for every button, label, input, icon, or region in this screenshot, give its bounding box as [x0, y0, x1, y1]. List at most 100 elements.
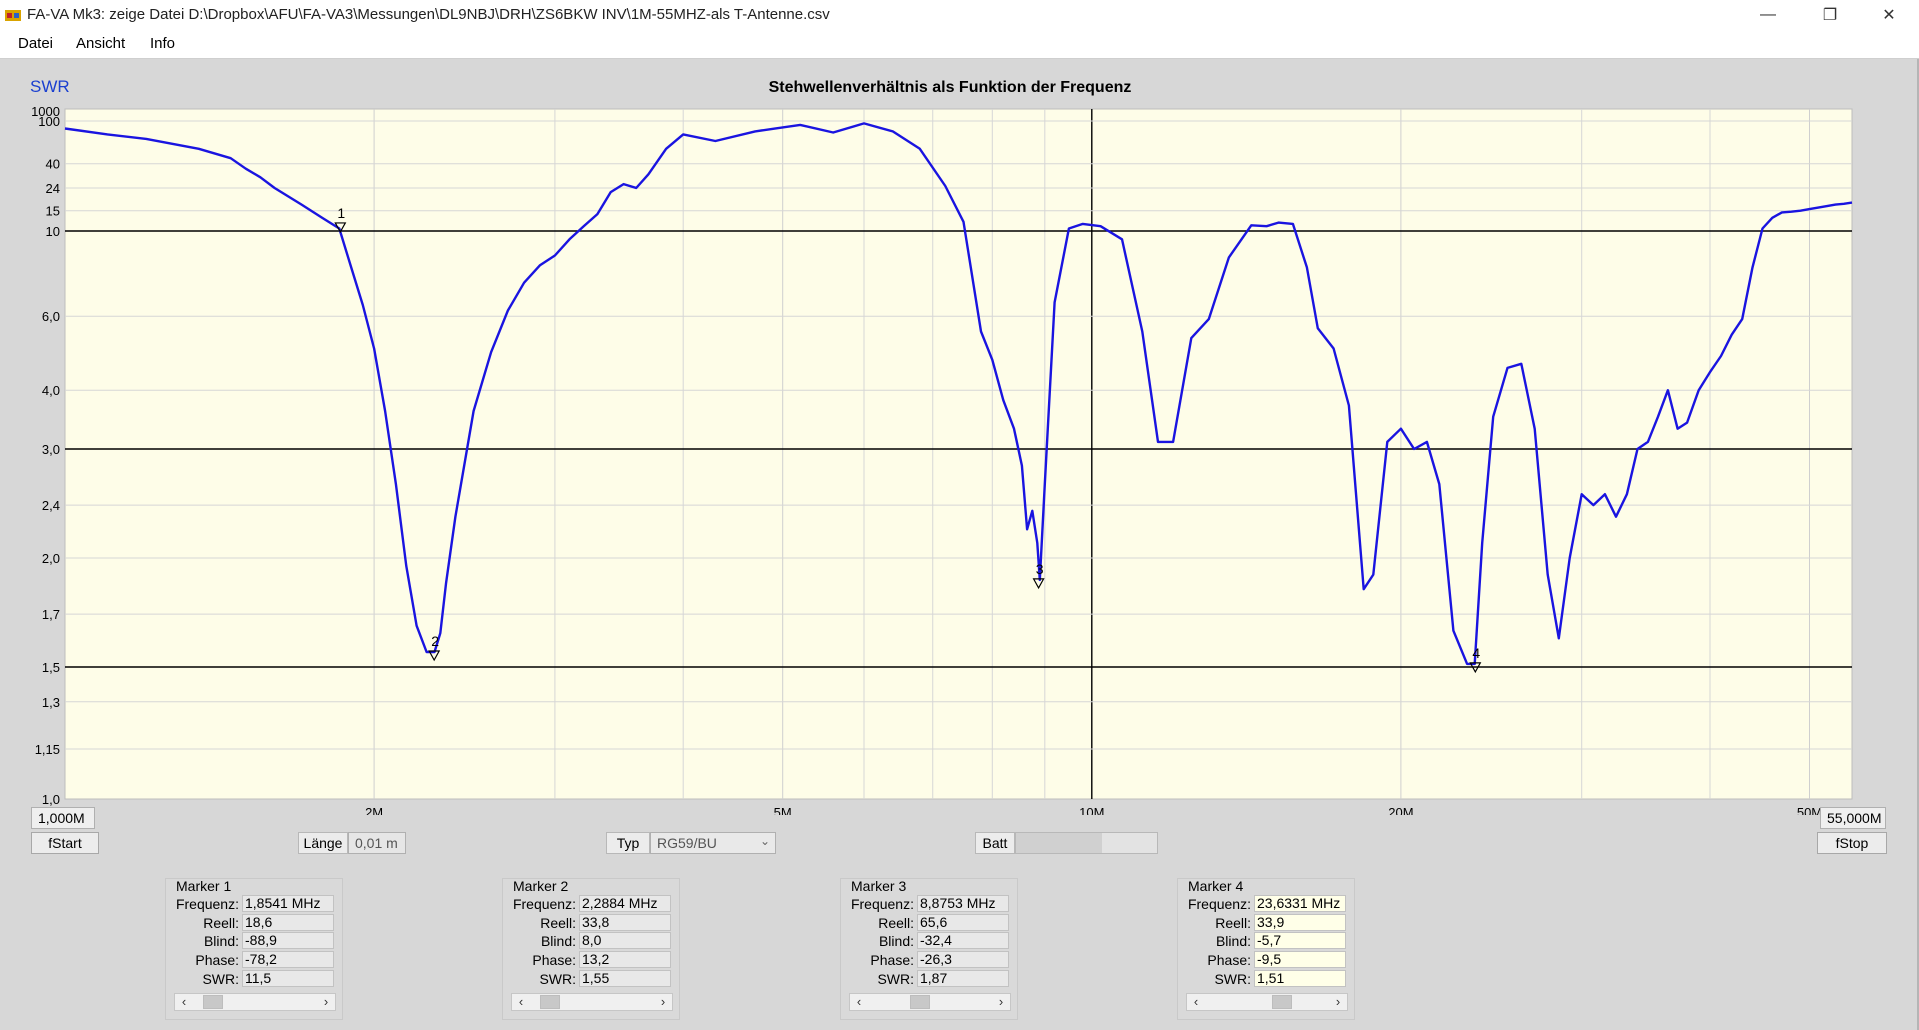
marker-row: SWR: 1,51: [1178, 969, 1354, 988]
marker-field-value: 33,8: [579, 913, 671, 931]
menu-info[interactable]: Info: [150, 35, 175, 52]
swr-chart: 1000100402415106,04,03,02,42,01,71,51,31…: [30, 77, 1853, 815]
marker-field-value: 11,5: [242, 969, 334, 987]
marker-row: Blind: -32,4: [841, 932, 1017, 950]
marker-field-value: 23,6331 MHz: [1254, 895, 1346, 912]
y-tick-labels: 1000100402415106,04,03,02,42,01,71,51,31…: [31, 104, 60, 807]
marker-field-value: 1,51: [1254, 969, 1346, 987]
marker-row: SWR: 1,87: [841, 969, 1017, 988]
marker-row: Reell: 33,8: [503, 913, 679, 932]
marker-row: Frequenz: 2,2884 MHz: [503, 895, 679, 913]
marker-field-label: Frequenz:: [175, 896, 239, 912]
y-tick-label: 1,5: [42, 660, 60, 675]
marker-field-value: 1,8541 MHz: [242, 895, 334, 912]
x-tick-labels: 2M 5M 10M 20M 50M: [365, 805, 1822, 815]
chevron-down-icon[interactable]: ⌄: [760, 834, 770, 848]
marker-field-value: -78,2: [242, 951, 334, 969]
x-tick-label: 50M: [1797, 805, 1822, 815]
typ-select-value: RG59/BU: [657, 835, 717, 851]
x-tick-label: 2M: [365, 805, 383, 815]
marker-field-label: Reell:: [878, 914, 914, 931]
marker-field-label: SWR:: [877, 970, 914, 987]
marker-row: Phase: -26,3: [841, 951, 1017, 969]
marker-row: Reell: 18,6: [166, 913, 342, 932]
marker-panel-1: Marker 1 Frequenz: 1,8541 MHz Reell: 18,6 Bli…: [165, 878, 343, 1020]
scroll-right-icon[interactable]: ›: [1329, 994, 1347, 1010]
marker-number: 1: [337, 205, 345, 221]
marker-panel-title: Marker 4: [1188, 878, 1244, 894]
marker-field-value: 2,2884 MHz: [579, 895, 671, 912]
menu-ansicht[interactable]: Ansicht: [76, 35, 125, 52]
y-tick-label: 1,15: [35, 742, 60, 757]
fstart-button[interactable]: fStart: [31, 832, 99, 854]
marker-field-value: -5,7: [1254, 932, 1346, 950]
menu-bar: Datei Ansicht Info: [0, 30, 1919, 59]
marker-field-value: 33,9: [1254, 913, 1346, 931]
marker-field-value: 8,8753 MHz: [917, 895, 1009, 912]
y-tick-label: 1,0: [42, 792, 60, 807]
window-title: FA-VA Mk3: zeige Datei D:\Dropbox\AFU\FA…: [27, 6, 830, 23]
marker-field-label: Reell:: [203, 914, 239, 931]
marker-field-label: Frequenz:: [512, 896, 576, 912]
marker-field-label: Reell:: [540, 914, 576, 931]
typ-label: Typ: [606, 832, 650, 854]
marker-scrollbar[interactable]: ‹ ›: [511, 993, 673, 1011]
y-tick-label: 100: [38, 114, 60, 129]
typ-select[interactable]: RG59/BU ⌄: [650, 832, 776, 854]
y-tick-label: 3,0: [42, 442, 60, 457]
marker-field-label: Reell:: [1215, 914, 1251, 931]
scrollbar-thumb[interactable]: [203, 995, 223, 1009]
marker-row: Frequenz: 1,8541 MHz: [166, 895, 342, 913]
fstart-value[interactable]: 1,000M: [31, 807, 95, 829]
x-tick-label: 20M: [1388, 805, 1413, 815]
laenge-label: Länge: [298, 832, 348, 854]
chart-title: Stehwellenverhältnis als Funktion der Fr…: [769, 79, 1132, 96]
scroll-left-icon[interactable]: ‹: [850, 994, 868, 1010]
marker-field-label: Blind:: [540, 933, 576, 950]
fstop-button[interactable]: fStop: [1817, 832, 1887, 854]
marker-field-label: SWR:: [202, 970, 239, 987]
marker-number: 4: [1472, 645, 1480, 661]
marker-field-value: 1,55: [579, 969, 671, 987]
marker-field-value: 13,2: [579, 951, 671, 969]
scroll-right-icon[interactable]: ›: [317, 994, 335, 1010]
scroll-right-icon[interactable]: ›: [654, 994, 672, 1010]
y-tick-label: 40: [46, 157, 60, 172]
marker-field-value: -32,4: [917, 932, 1009, 950]
app-icon: [5, 10, 21, 21]
marker-field-label: Phase:: [532, 952, 576, 969]
marker-number: 2: [431, 633, 439, 649]
marker-field-value: 65,6: [917, 913, 1009, 931]
laenge-input[interactable]: 0,01 m: [348, 832, 406, 854]
marker-row: SWR: 1,55: [503, 969, 679, 988]
marker-scrollbar[interactable]: ‹ ›: [1186, 993, 1348, 1011]
marker-field-label: Phase:: [195, 952, 239, 969]
scroll-right-icon[interactable]: ›: [992, 994, 1010, 1010]
x-tick-label: 5M: [774, 805, 792, 815]
scrollbar-thumb[interactable]: [540, 995, 560, 1009]
close-button[interactable]: ✕: [1866, 0, 1912, 30]
minimize-button[interactable]: —: [1745, 0, 1791, 30]
restore-button[interactable]: ❐: [1807, 0, 1853, 30]
marker-field-value: -26,3: [917, 951, 1009, 969]
marker-row: SWR: 11,5: [166, 969, 342, 988]
scroll-left-icon[interactable]: ‹: [1187, 994, 1205, 1010]
marker-number: 3: [1036, 561, 1044, 577]
fstop-value[interactable]: 55,000M: [1820, 807, 1886, 829]
marker-field-label: Phase:: [870, 952, 914, 969]
marker-field-label: SWR:: [1214, 970, 1251, 987]
scroll-left-icon[interactable]: ‹: [512, 994, 530, 1010]
menu-datei[interactable]: Datei: [18, 35, 53, 52]
marker-scrollbar[interactable]: ‹ ›: [174, 993, 336, 1011]
marker-row: Phase: 13,2: [503, 951, 679, 969]
marker-field-label: Phase:: [1207, 952, 1251, 969]
scrollbar-thumb[interactable]: [1272, 995, 1292, 1009]
scrollbar-thumb[interactable]: [910, 995, 930, 1009]
marker-row: Phase: -78,2: [166, 951, 342, 969]
marker-field-value: 8,0: [579, 932, 671, 950]
scroll-left-icon[interactable]: ‹: [175, 994, 193, 1010]
marker-field-label: Frequenz:: [850, 896, 914, 912]
marker-row: Blind: -88,9: [166, 932, 342, 950]
marker-scrollbar[interactable]: ‹ ›: [849, 993, 1011, 1011]
y-tick-label: 24: [46, 181, 60, 196]
